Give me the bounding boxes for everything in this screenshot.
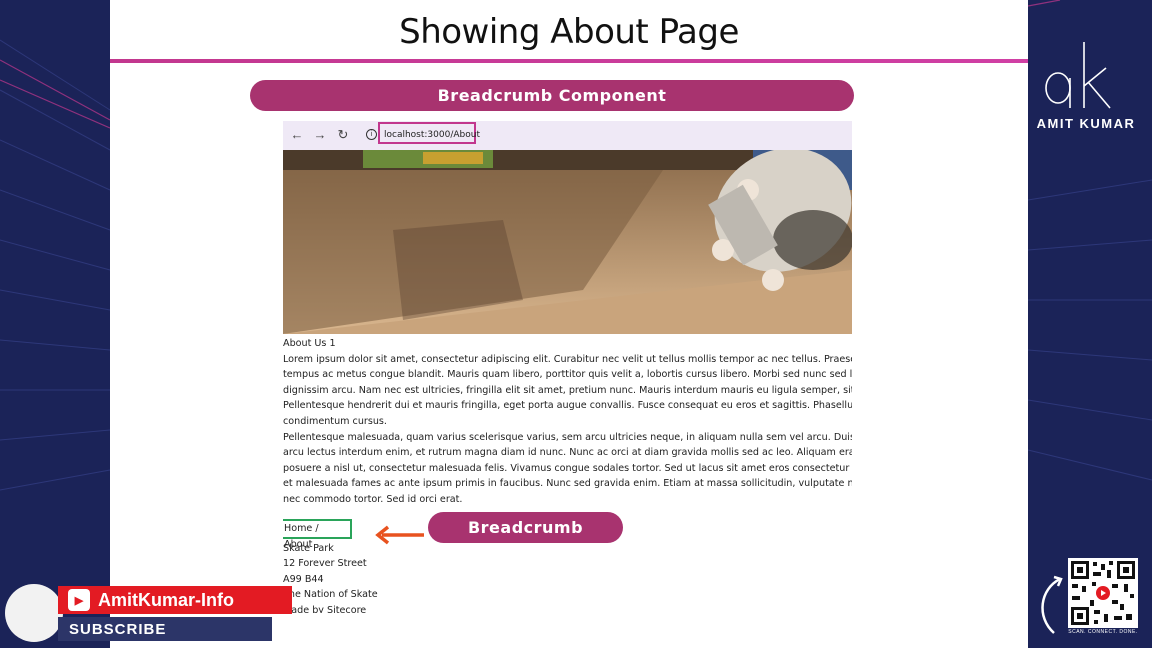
page-content: About Us 1 Lorem ipsum dolor sit amet, c… <box>283 336 852 508</box>
paragraph-line: Pellentesque hendrerit dui et mauris fri… <box>283 400 852 412</box>
arrow-left-icon[interactable]: ← <box>288 126 306 144</box>
brand-logo <box>1045 42 1111 109</box>
paragraph-line: tempus ac metus congue blandit. Mauris q… <box>283 369 852 381</box>
paragraph-line: posuere a nisl ut, consectetur malesuada… <box>283 462 852 474</box>
hero-image <box>283 150 852 334</box>
paragraph-line: et malesuada fames ac ante ipsum primis … <box>283 478 852 490</box>
browser-toolbar: ← → ↻ i localhost:3000/About <box>283 121 852 150</box>
slide-title: Showing About Page <box>399 12 739 52</box>
curved-arrow-icon <box>1041 575 1063 634</box>
breadcrumb-callout: Breadcrumb <box>428 512 623 543</box>
qr-code[interactable] <box>1068 558 1138 628</box>
page-heading: About Us 1 <box>283 338 336 349</box>
paragraph-line: dignissim arcu. Nam nec est ultricies, f… <box>283 384 852 396</box>
avatar <box>5 584 63 642</box>
qr-caption: SCAN. CONNECT. DONE. <box>1068 629 1138 635</box>
footer-line: Skate Park <box>283 543 334 554</box>
channel-banner[interactable]: ▶ AmitKumar-Info <box>58 586 292 614</box>
youtube-icon: ▶ <box>68 589 90 611</box>
title-divider <box>110 59 1028 63</box>
footer-line: The Nation of Skate <box>283 589 378 601</box>
slide: Showing About Page Breadcrumb Component … <box>110 0 1028 648</box>
footer-line: Made by Sitecore <box>283 604 367 613</box>
channel-name: AmitKumar-Info <box>98 589 234 610</box>
subscribe-button[interactable]: SUBSCRIBE <box>58 617 272 641</box>
reload-icon[interactable]: ↻ <box>334 126 352 144</box>
breadcrumb[interactable]: Home / About <box>283 519 352 550</box>
paragraph-line: arcu lectus interdum enim, et rutrum mag… <box>283 447 852 459</box>
arrow-right-icon[interactable]: → <box>311 126 329 144</box>
component-label: Breadcrumb Component <box>250 80 854 111</box>
info-icon[interactable]: i <box>366 129 377 140</box>
brand-name: AMIT KUMAR <box>1036 116 1136 131</box>
footer-line: 12 Forever Street <box>283 558 367 570</box>
arrow-left-icon <box>375 525 424 545</box>
paragraph-line: Lorem ipsum dolor sit amet, consectetur … <box>283 353 852 365</box>
page-footer: Skate Park 12 Forever Street A99 B44 The… <box>283 541 378 613</box>
paragraph-line: Pellentesque malesuada, quam varius scel… <box>283 431 852 443</box>
footer-line: A99 B44 <box>283 573 324 585</box>
paragraph-line: nec commodo tortor. Sed id orci erat. <box>283 493 463 505</box>
paragraph-line: condimentum cursus. <box>283 415 387 427</box>
address-bar[interactable]: localhost:3000/About <box>378 122 480 144</box>
